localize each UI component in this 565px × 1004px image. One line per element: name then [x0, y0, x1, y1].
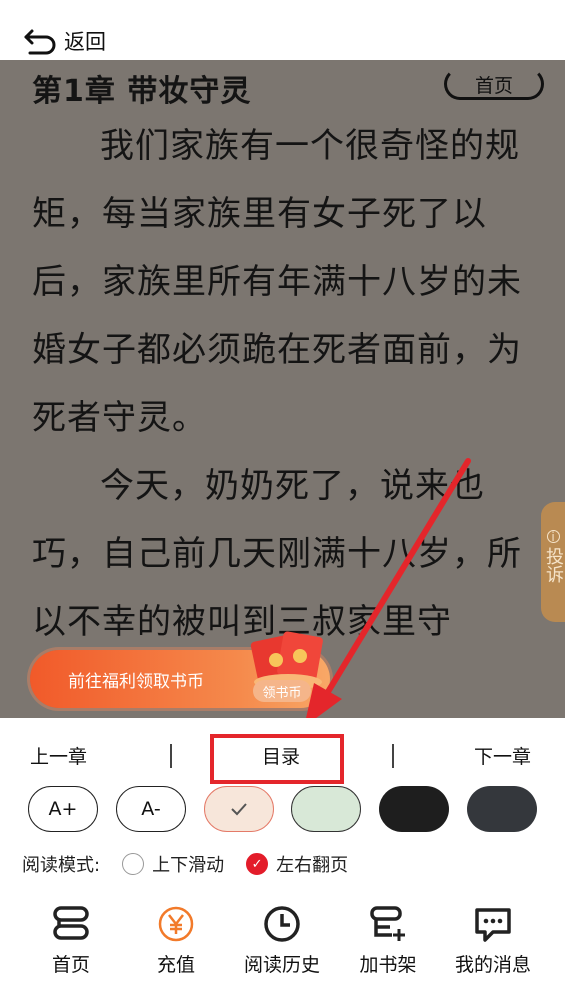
prev-chapter-button[interactable]: 上一章	[30, 742, 87, 769]
read-mode-label: 阅读模式:	[22, 855, 101, 876]
back-arrow-icon	[24, 29, 56, 55]
tab-label: 充值	[156, 954, 195, 976]
annotation-arrow	[306, 458, 471, 718]
style-row: A+ A-	[0, 786, 565, 834]
mode-scroll-option[interactable]: 上下滑动	[122, 851, 224, 877]
back-button[interactable]: 返回	[22, 24, 106, 58]
top-bar: 返回	[0, 0, 565, 60]
font-decrease-button[interactable]: A-	[116, 786, 186, 832]
reader-content[interactable]: 第1章 带妆守灵 首页 我们家族有一个很奇怪的规矩，每当家族里有女子死了以后，家…	[0, 60, 565, 718]
next-chapter-button[interactable]: 下一章	[474, 742, 531, 769]
divider	[392, 744, 394, 768]
promo-label: 前往福利领取书币	[68, 671, 204, 692]
back-label: 返回	[64, 30, 106, 54]
info-icon: i	[546, 530, 560, 544]
chapter-title: 第1章 带妆守灵	[32, 74, 252, 109]
tab-home[interactable]: 首页	[21, 904, 121, 977]
read-mode-row: 阅读模式: 上下滑动 ✓ 左右翻页	[22, 850, 348, 878]
radio-checked-icon: ✓	[246, 853, 269, 875]
home-link[interactable]: 首页	[444, 68, 544, 100]
theme-black-button[interactable]	[379, 786, 449, 832]
yen-coin-icon	[158, 906, 194, 942]
tab-label: 阅读历史	[243, 954, 320, 976]
tab-history[interactable]: 阅读历史	[232, 904, 332, 977]
report-tab[interactable]: i 投诉	[541, 502, 565, 622]
check-icon	[231, 803, 247, 816]
mode-page-label: 左右翻页	[276, 855, 349, 876]
mode-scroll-label: 上下滑动	[152, 855, 225, 876]
tab-recharge[interactable]: 充值	[126, 904, 226, 977]
mode-page-option[interactable]: ✓ 左右翻页	[246, 851, 348, 877]
bottom-tab-bar: 首页 充值 阅读历史 加书架 我的消息	[0, 904, 565, 977]
tab-label: 加书架	[359, 954, 417, 976]
tab-label: 我的消息	[454, 954, 531, 976]
divider	[170, 744, 172, 768]
theme-green-button[interactable]	[291, 786, 361, 832]
theme-beige-button[interactable]	[204, 786, 274, 832]
font-increase-button[interactable]: A+	[28, 786, 98, 832]
tab-add-shelf[interactable]: 加书架	[338, 904, 438, 977]
report-label: 投诉	[543, 547, 564, 583]
message-icon	[475, 908, 511, 942]
clock-icon	[264, 906, 300, 942]
tab-messages[interactable]: 我的消息	[443, 904, 543, 977]
tab-label: 首页	[51, 954, 90, 976]
add-shelf-icon	[370, 906, 405, 941]
radio-unchecked-icon	[122, 853, 145, 875]
paragraph-1: 我们家族有一个很奇怪的规矩，每当家族里有女子死了以后，家族里所有年满十八岁的未婚…	[32, 126, 522, 438]
bookshelf-icon	[53, 906, 89, 940]
reader-controls: 上一章 目录 下一章 A+ A- 阅读模式: 上下滑动 ✓ 左右翻页 首页 充值…	[0, 718, 565, 1004]
theme-gray-button[interactable]	[467, 786, 537, 832]
toc-highlight-box	[210, 734, 344, 784]
